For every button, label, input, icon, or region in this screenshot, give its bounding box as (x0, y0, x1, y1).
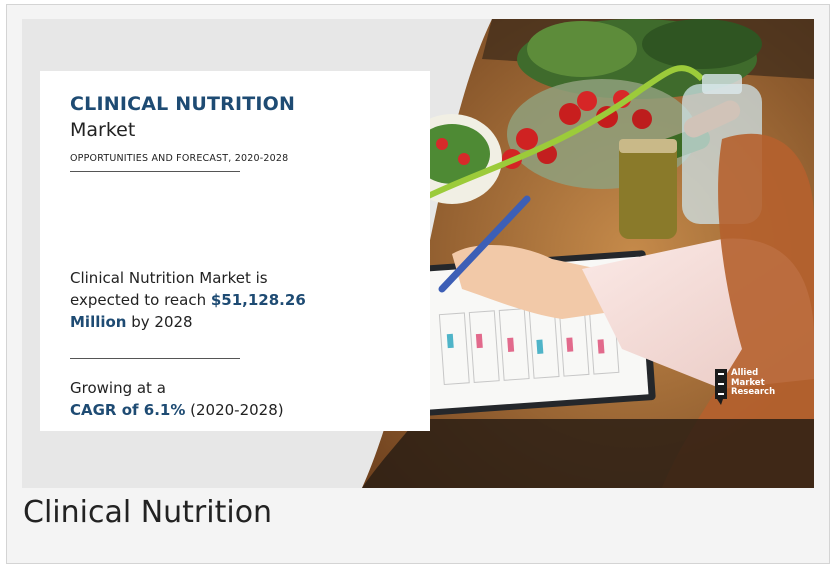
stat-line-2: expected to reach (70, 291, 211, 309)
stat-line-1: Clinical Nutrition Market is (70, 269, 268, 287)
banner-subtitle: Market (70, 119, 136, 141)
market-value: $51,128.26 (210, 291, 306, 309)
market-value-unit: Million (70, 313, 127, 331)
banner-tagline: OPPORTUNITIES AND FORECAST, 2020-2028 (70, 153, 289, 164)
logo-word: Research (731, 387, 776, 397)
allied-market-research-logo: Allied Market Research (715, 368, 795, 405)
cagr-value: CAGR of 6.1% (70, 401, 186, 419)
image-caption: Clinical Nutrition (23, 495, 273, 530)
logo-wordmark: Allied Market Research (731, 368, 795, 398)
market-size-statement: Clinical Nutrition Market is expected to… (70, 267, 400, 333)
image-card: CLINICAL NUTRITION Market OPPORTUNITIES … (6, 4, 830, 564)
growth-statement: Growing at a CAGR of 6.1% (2020-2028) (70, 377, 410, 421)
growth-period: (2020-2028) (185, 401, 284, 419)
growth-line-1: Growing at a (70, 379, 166, 397)
info-panel: CLINICAL NUTRITION Market OPPORTUNITIES … (40, 71, 430, 431)
logo-icon (715, 369, 727, 405)
market-banner-image[interactable]: CLINICAL NUTRITION Market OPPORTUNITIES … (22, 19, 814, 488)
divider (70, 171, 240, 172)
stat-line-3: by 2028 (126, 313, 193, 331)
banner-title: CLINICAL NUTRITION (70, 93, 296, 115)
divider (70, 358, 240, 359)
